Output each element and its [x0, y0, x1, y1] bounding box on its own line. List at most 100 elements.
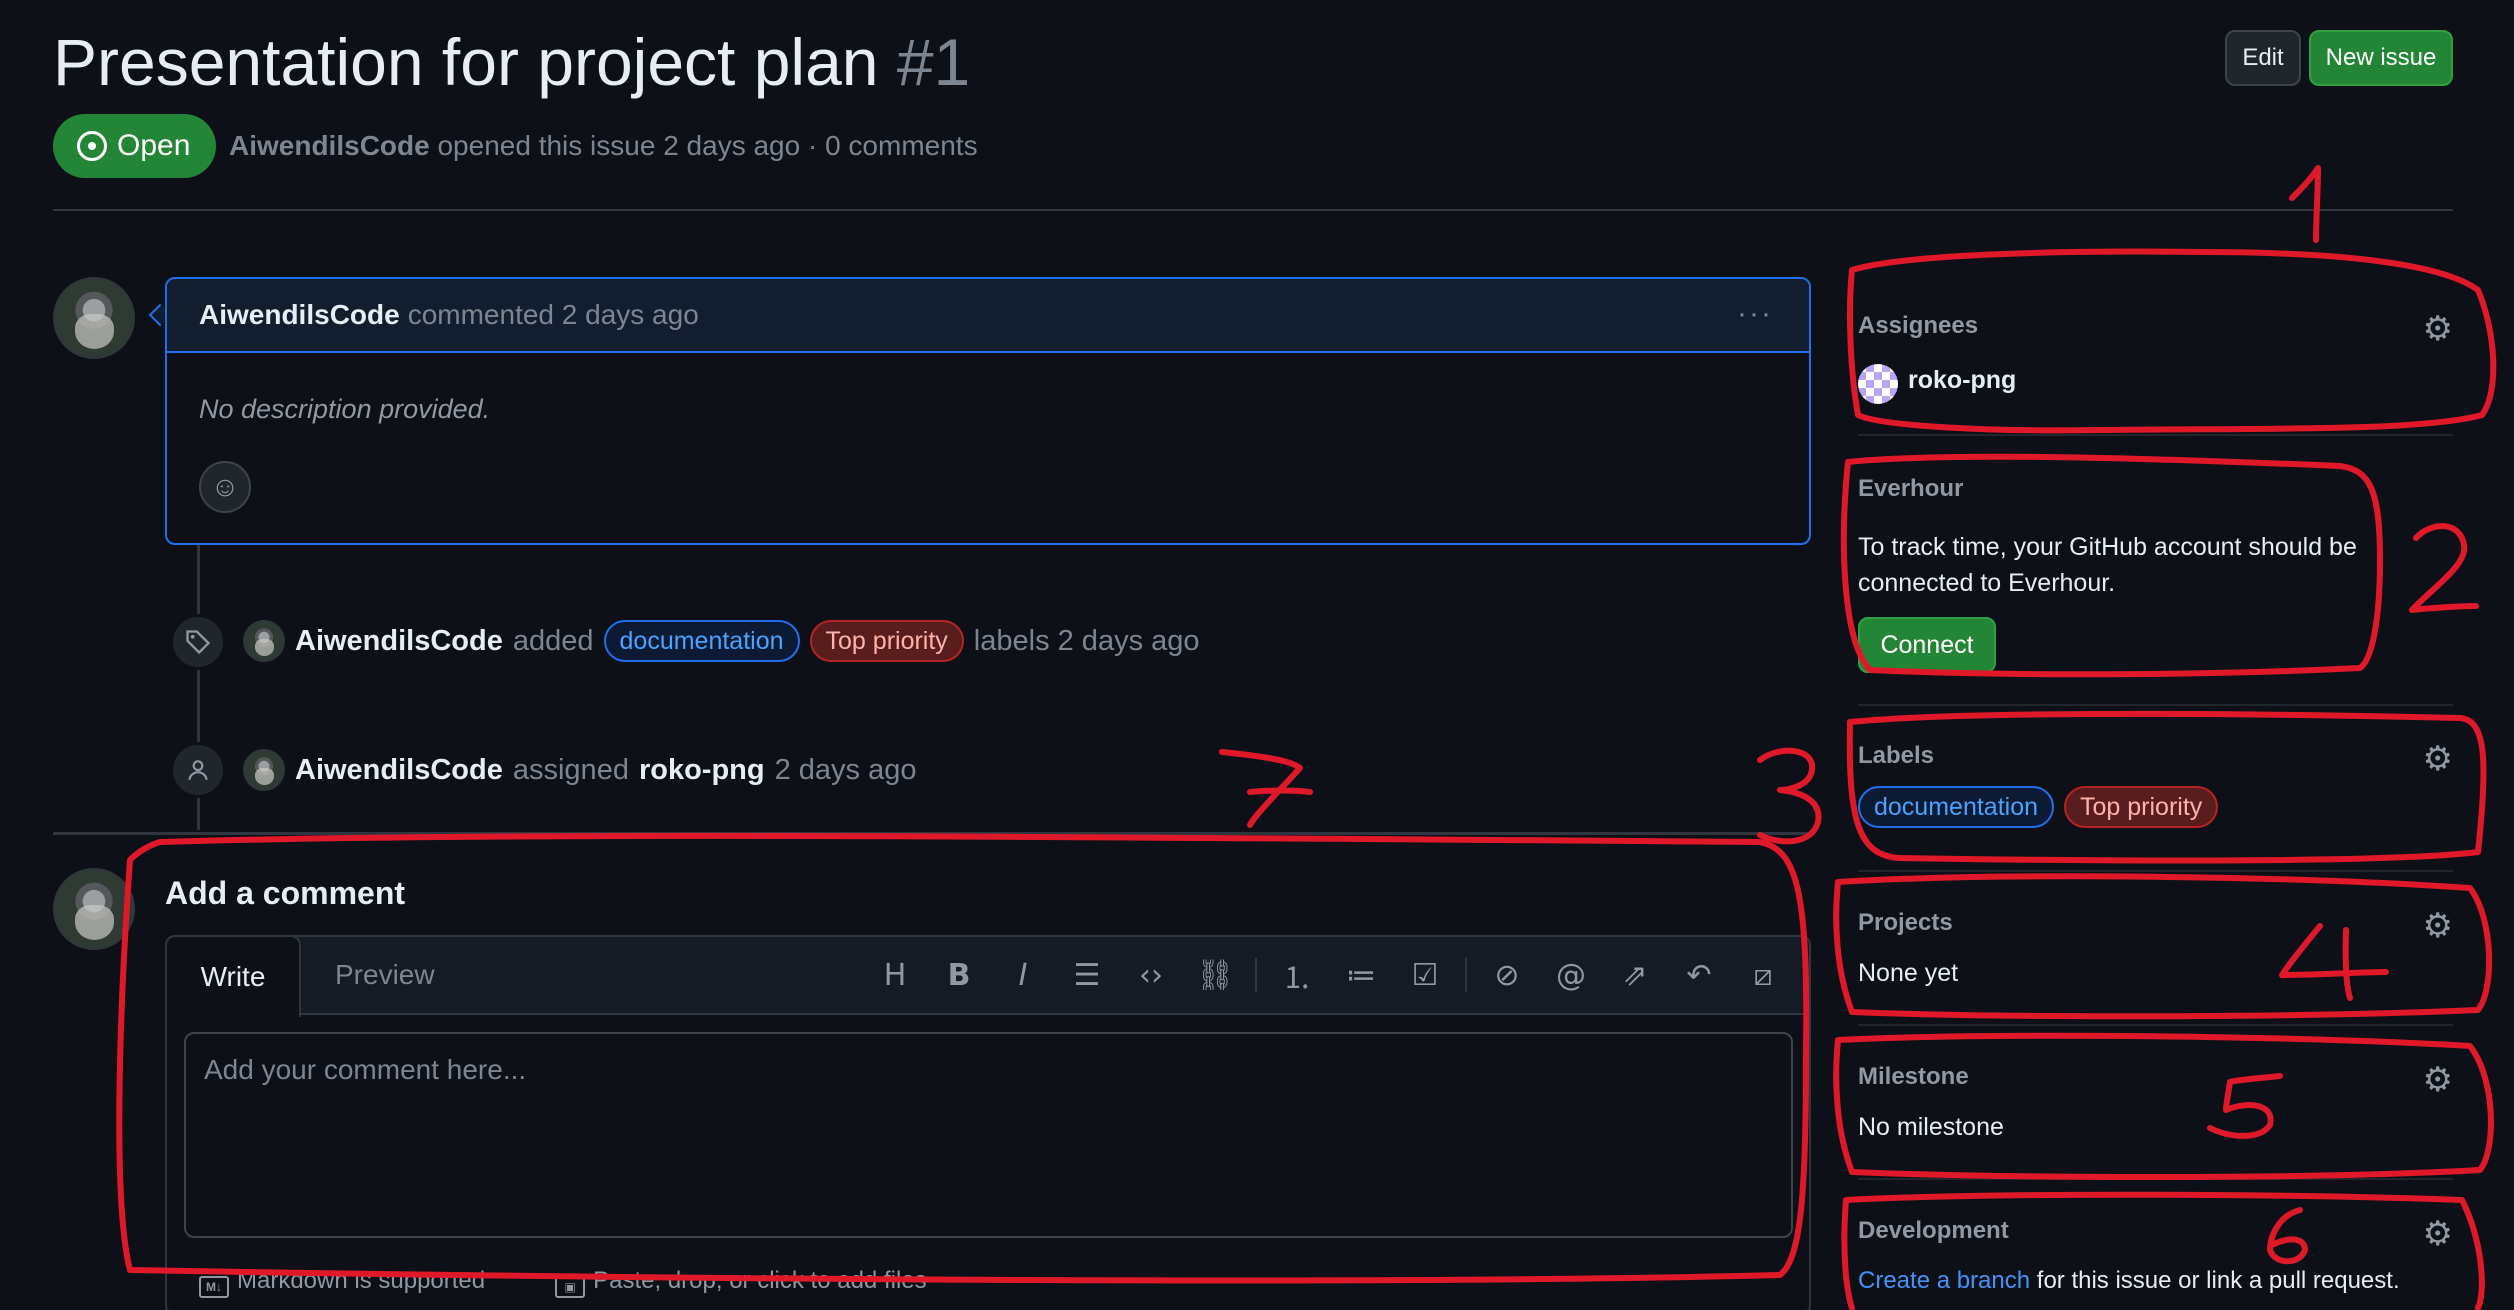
- labels-event: AiwendilsCode added documentation Top pr…: [243, 620, 1200, 662]
- projects-value: None yet: [1858, 959, 1959, 987]
- comment-textarea[interactable]: Add your comment here...: [184, 1032, 1793, 1238]
- unordered-list-icon[interactable]: ≔: [1329, 951, 1393, 999]
- formatting-tools: H B I ☰ ‹› ⛓ ⒈ ≔ ☑ ⊘ @ ⇗ ↶ ⧄: [863, 951, 1795, 999]
- tag-icon: [170, 614, 226, 670]
- development-rest: for this issue or link a pull request.: [2036, 1267, 2400, 1294]
- bold-icon[interactable]: B: [927, 951, 991, 999]
- event-verb: added: [512, 624, 594, 657]
- attach-icon[interactable]: ⊘: [1475, 951, 1539, 999]
- code-icon[interactable]: ‹›: [1119, 951, 1183, 999]
- avatar[interactable]: [243, 620, 285, 662]
- everhour-text: To track time, your GitHub account shoul…: [1858, 533, 2357, 597]
- milestone-heading: Milestone: [1858, 1063, 1969, 1090]
- comment-author[interactable]: AiwendilsCode: [199, 299, 400, 331]
- tab-write[interactable]: Write: [165, 935, 301, 1017]
- markdown-note[interactable]: M↓ Markdown is supported: [199, 1267, 485, 1298]
- new-issue-button[interactable]: New issue: [2309, 30, 2453, 86]
- development-heading: Development: [1858, 1217, 2009, 1244]
- sidebar-everhour: Everhour To track time, your GitHub acco…: [1858, 475, 2453, 673]
- kebab-menu-icon[interactable]: ···: [1737, 297, 1773, 331]
- ordered-list-icon[interactable]: ⒈: [1265, 951, 1329, 999]
- header-divider: [53, 209, 2453, 211]
- issue-meta-text: opened this issue 2 days ago · 0 comment…: [437, 130, 978, 161]
- link-icon[interactable]: ⛓: [1183, 951, 1247, 999]
- annotation-number-7: [1219, 749, 1313, 828]
- sidebar-divider: [1858, 1024, 2453, 1026]
- issue-author-link[interactable]: AiwendilsCode: [229, 130, 430, 161]
- development-text: Create a branch for this issue or link a…: [1858, 1267, 2453, 1295]
- heading-icon[interactable]: H: [863, 951, 927, 999]
- label-documentation[interactable]: documentation: [603, 620, 800, 662]
- avatar[interactable]: [53, 277, 135, 359]
- create-branch-link[interactable]: Create a branch: [1858, 1267, 2030, 1294]
- sidebar-assignees: Assignees ⚙ roko-png: [1858, 312, 2453, 404]
- event-suffix: labels 2 days ago: [973, 624, 1200, 657]
- event-author[interactable]: AiwendilsCode: [295, 754, 503, 787]
- tab-preview[interactable]: Preview: [335, 959, 435, 991]
- avatar[interactable]: [243, 749, 285, 791]
- slash-command-icon[interactable]: ⧄: [1731, 951, 1795, 999]
- sidebar-divider: [1858, 704, 2453, 706]
- everhour-heading: Everhour: [1858, 475, 1964, 502]
- person-icon: [170, 742, 226, 798]
- gear-icon[interactable]: ⚙: [2423, 1063, 2453, 1097]
- quote-icon[interactable]: ☰: [1055, 951, 1119, 999]
- mention-icon[interactable]: @: [1539, 951, 1603, 999]
- status-badge: Open: [53, 114, 217, 178]
- sidebar-labels: Labels ⚙ documentation Top priority: [1858, 742, 2453, 828]
- event-author[interactable]: AiwendilsCode: [295, 625, 503, 658]
- annotation-number-3: [1757, 747, 1822, 845]
- gear-icon[interactable]: ⚙: [2423, 909, 2453, 943]
- issue-number: #1: [896, 25, 971, 99]
- comment-editor: Write Preview H B I ☰ ‹› ⛓ ⒈ ≔ ☑ ⊘ @ ⇗ ↶…: [165, 935, 1811, 1310]
- undo-icon[interactable]: ↶: [1667, 951, 1731, 999]
- labels-heading: Labels: [1858, 742, 1935, 769]
- avatar: [1858, 364, 1898, 404]
- comment-header: AiwendilsCode commented 2 days ago ···: [167, 279, 1809, 353]
- issue-title: Presentation for project plan #1: [53, 22, 970, 102]
- issue-meta: AiwendilsCode opened this issue 2 days a…: [229, 130, 978, 162]
- editor-toolbar: Write Preview H B I ☰ ‹› ⛓ ⒈ ≔ ☑ ⊘ @ ⇗ ↶…: [165, 935, 1809, 1017]
- task-list-icon[interactable]: ☑: [1393, 951, 1457, 999]
- sidebar-divider: [1858, 1178, 2453, 1180]
- label-list: documentation Top priority: [1858, 786, 2453, 828]
- sidebar-divider: [1858, 434, 2453, 436]
- italic-icon[interactable]: I: [991, 951, 1055, 999]
- reference-icon[interactable]: ⇗: [1603, 951, 1667, 999]
- assign-event: AiwendilsCode assigned roko-png 2 days a…: [243, 749, 917, 791]
- sidebar-milestone: Milestone ⚙ No milestone: [1858, 1063, 2453, 1142]
- gear-icon[interactable]: ⚙: [2423, 1217, 2453, 1251]
- sidebar-divider: [1858, 870, 2453, 872]
- projects-heading: Projects: [1858, 909, 1953, 936]
- annotation-number-1: [2289, 165, 2321, 243]
- issue-title-text: Presentation for project plan: [53, 25, 879, 99]
- avatar[interactable]: [53, 868, 135, 950]
- markdown-icon: M↓: [199, 1276, 229, 1298]
- label-top-priority[interactable]: Top priority: [2064, 786, 2219, 828]
- sidebar-development: Development ⚙ Create a branch for this i…: [1858, 1217, 2453, 1295]
- files-note[interactable]: ▣ Paste, drop, or click to add files: [555, 1267, 927, 1298]
- add-comment-title: Add a comment: [165, 875, 406, 911]
- comment-box: AiwendilsCode commented 2 days ago ··· N…: [165, 277, 1811, 545]
- assignee-name[interactable]: roko-png: [1908, 366, 2016, 394]
- assignee-row[interactable]: roko-png: [1858, 364, 2453, 404]
- connect-button[interactable]: Connect: [1858, 617, 1996, 673]
- gear-icon[interactable]: ⚙: [2423, 312, 2453, 346]
- gear-icon[interactable]: ⚙: [2423, 742, 2453, 776]
- label-top-priority[interactable]: Top priority: [809, 620, 964, 662]
- issue-open-icon: [77, 131, 107, 161]
- smiley-icon[interactable]: ☺: [199, 461, 251, 513]
- edit-button[interactable]: Edit: [2225, 30, 2301, 86]
- comment-timestamp: commented 2 days ago: [407, 299, 699, 330]
- timeline-divider: [53, 832, 1811, 835]
- label-documentation[interactable]: documentation: [1858, 786, 2055, 828]
- assignees-heading: Assignees: [1858, 312, 1979, 339]
- event-suffix: 2 days ago: [774, 753, 917, 786]
- files-note-text: Paste, drop, or click to add files: [593, 1267, 927, 1294]
- sidebar-projects: Projects ⚙ None yet: [1858, 909, 2453, 988]
- event-assignee[interactable]: roko-png: [639, 754, 765, 787]
- event-verb: assigned: [512, 753, 629, 786]
- status-label: Open: [117, 129, 191, 162]
- markdown-note-text: Markdown is supported: [237, 1267, 486, 1294]
- comment-body: No description provided.: [199, 394, 491, 424]
